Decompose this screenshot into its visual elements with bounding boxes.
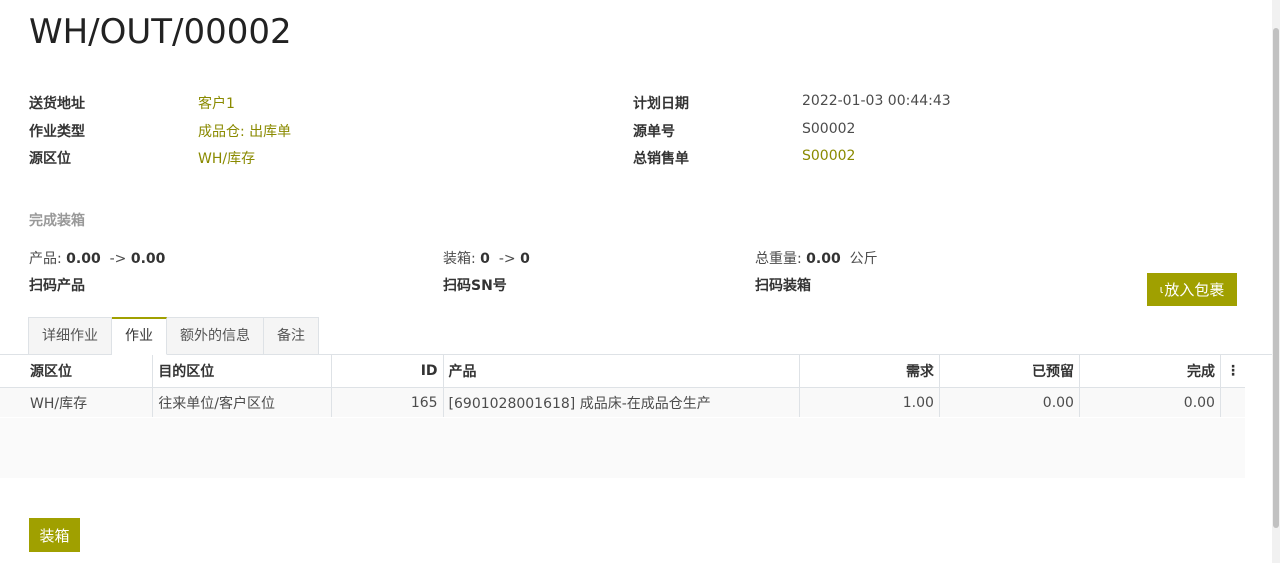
field-value-delivery-address[interactable]: 客户1 bbox=[198, 93, 235, 113]
section-title-packing: 完成装箱 bbox=[29, 213, 85, 229]
field-label-scheduled-date: 计划日期 bbox=[633, 96, 689, 112]
product-summary-value: 0.00 bbox=[66, 251, 101, 267]
optional-columns-toggle[interactable]: ⋮ bbox=[1220, 355, 1245, 388]
scrollbar-thumb[interactable] bbox=[1273, 28, 1279, 528]
box-summary-label: 装箱: bbox=[443, 251, 476, 267]
put-in-pack-button[interactable]: ι 放入包裹 bbox=[1147, 273, 1237, 306]
weight-summary: 总重量: 0.00 公斤 bbox=[755, 248, 878, 268]
cell-demand: 1.00 bbox=[799, 387, 940, 417]
table-empty-area bbox=[0, 418, 1245, 478]
field-label-delivery-address: 送货地址 bbox=[29, 96, 85, 112]
scan-product-label[interactable]: 扫码产品 bbox=[29, 275, 85, 295]
product-summary-label: 产品: bbox=[29, 251, 62, 267]
more-vertical-icon: ⋮ bbox=[1225, 363, 1240, 379]
box-summary-arrow: -> bbox=[498, 251, 516, 267]
scan-box-label[interactable]: 扫码装箱 bbox=[755, 275, 811, 295]
field-value-source-document: S00002 bbox=[802, 121, 856, 137]
scrollbar[interactable] bbox=[1272, 0, 1280, 563]
page-title: WH/OUT/00002 bbox=[29, 12, 292, 52]
box-summary: 装箱: 0 -> 0 bbox=[443, 248, 530, 268]
weight-summary-label: 总重量: bbox=[755, 251, 802, 267]
cell-product: [6901028001618] 成品床-在成品仓生产 bbox=[443, 387, 800, 417]
field-label-source-document: 源单号 bbox=[633, 124, 675, 140]
col-header-id[interactable]: ID bbox=[331, 355, 444, 388]
field-label-source-location: 源区位 bbox=[29, 151, 71, 167]
cell-done: 0.00 bbox=[1079, 387, 1221, 417]
field-label-sales-order: 总销售单 bbox=[633, 151, 689, 167]
col-header-demand[interactable]: 需求 bbox=[799, 355, 940, 388]
tab-operations[interactable]: 作业 bbox=[112, 317, 167, 355]
operations-table: 源区位 目的区位 ID 产品 需求 已预留 完成 ⋮ WH/库存 往来单位/客户… bbox=[0, 355, 1245, 417]
weight-summary-unit: 公斤 bbox=[849, 251, 878, 267]
box-summary-value: 0 bbox=[480, 251, 490, 267]
field-label-operation-type: 作业类型 bbox=[29, 124, 85, 140]
tab-detailed-operations[interactable]: 详细作业 bbox=[28, 317, 112, 355]
col-header-reserved[interactable]: 已预留 bbox=[939, 355, 1080, 388]
field-value-source-location[interactable]: WH/库存 bbox=[198, 148, 255, 168]
tab-notes[interactable]: 备注 bbox=[264, 317, 319, 355]
notebook-tabs: 详细作业 作业 额外的信息 备注 bbox=[28, 317, 319, 355]
product-summary: 产品: 0.00 -> 0.00 bbox=[29, 248, 165, 268]
field-value-scheduled-date: 2022-01-03 00:44:43 bbox=[802, 93, 951, 109]
col-header-source-location[interactable]: 源区位 bbox=[0, 355, 154, 388]
product-summary-done: 0.00 bbox=[130, 251, 166, 267]
field-value-operation-type[interactable]: 成品仓: 出库单 bbox=[198, 121, 291, 141]
col-header-product[interactable]: 产品 bbox=[443, 355, 800, 388]
pack-button[interactable]: 装箱 bbox=[29, 518, 80, 552]
product-summary-arrow: -> bbox=[109, 251, 127, 267]
cell-source-location: WH/库存 bbox=[0, 387, 154, 417]
put-in-pack-label: 放入包裹 bbox=[1164, 281, 1225, 299]
table-row[interactable]: WH/库存 往来单位/客户区位 165 [6901028001618] 成品床-… bbox=[0, 387, 1245, 417]
table-header-row: 源区位 目的区位 ID 产品 需求 已预留 完成 ⋮ bbox=[0, 355, 1245, 388]
col-header-destination-location[interactable]: 目的区位 bbox=[152, 355, 332, 388]
cell-destination-location: 往来单位/客户区位 bbox=[152, 387, 332, 417]
cell-reserved: 0.00 bbox=[939, 387, 1080, 417]
tab-additional-info[interactable]: 额外的信息 bbox=[167, 317, 264, 355]
col-header-done[interactable]: 完成 bbox=[1079, 355, 1221, 388]
cell-actions bbox=[1220, 387, 1245, 417]
field-value-sales-order[interactable]: S00002 bbox=[802, 148, 855, 164]
put-in-pack-icon: ι bbox=[1159, 283, 1164, 296]
cell-id: 165 bbox=[331, 387, 444, 417]
weight-summary-value: 0.00 bbox=[806, 251, 841, 267]
scan-sn-label[interactable]: 扫码SN号 bbox=[443, 275, 507, 295]
box-summary-done: 0 bbox=[520, 251, 530, 267]
